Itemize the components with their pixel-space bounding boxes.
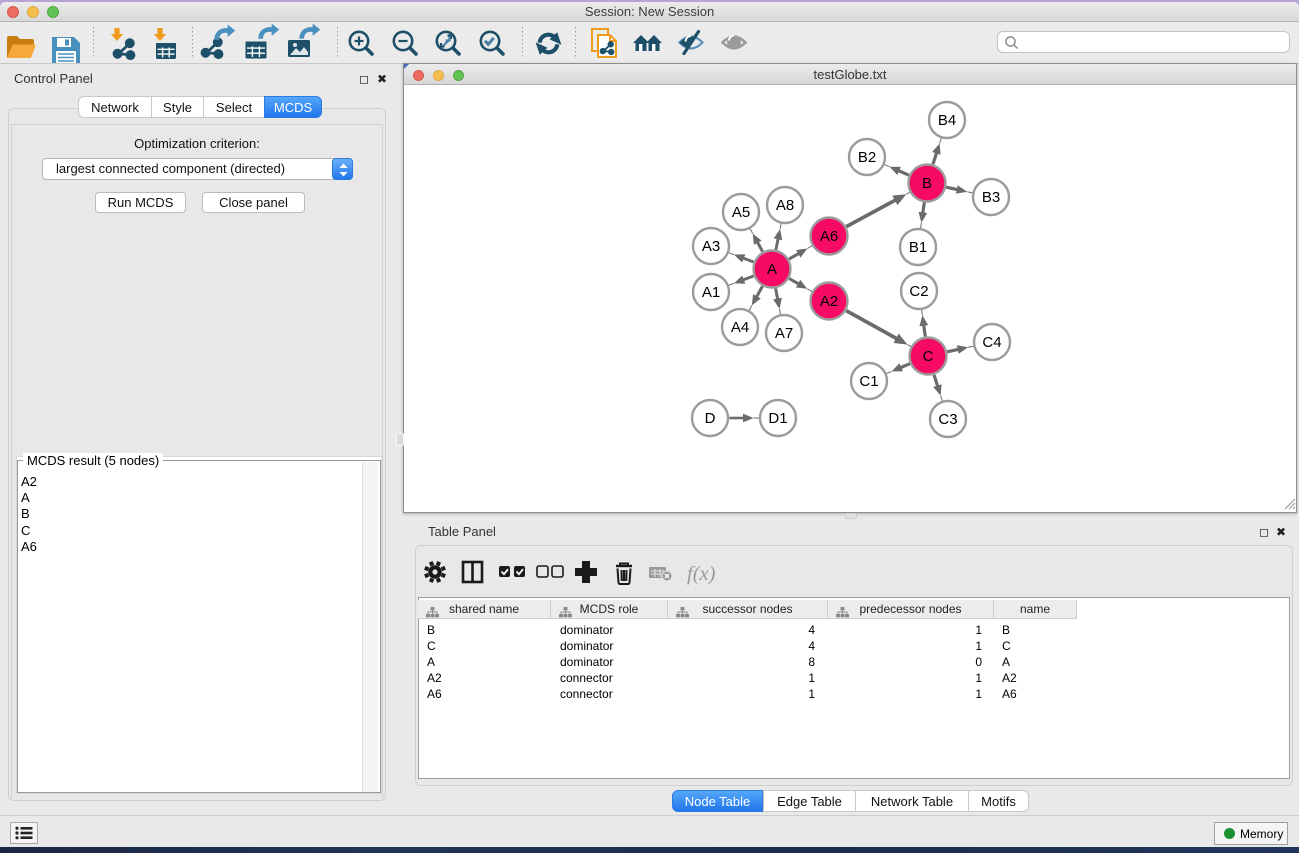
svg-text:C4: C4 — [982, 334, 1001, 351]
svg-text:A4: A4 — [731, 319, 749, 336]
svg-text:B2: B2 — [858, 149, 876, 166]
svg-text:A8: A8 — [776, 197, 794, 214]
svg-text:f(x): f(x) — [687, 563, 716, 585]
svg-text:A3: A3 — [702, 238, 720, 255]
svg-text:C2: C2 — [909, 283, 928, 300]
svg-text:B4: B4 — [938, 112, 956, 129]
svg-text:B3: B3 — [982, 189, 1000, 206]
svg-text:C3: C3 — [938, 411, 957, 428]
svg-text:A1: A1 — [702, 284, 720, 301]
svg-text:B1: B1 — [909, 239, 927, 256]
svg-text:A2: A2 — [820, 293, 838, 310]
svg-text:A7: A7 — [775, 325, 793, 342]
svg-text:A6: A6 — [820, 228, 838, 245]
svg-text:C1: C1 — [859, 373, 878, 390]
svg-text:B: B — [922, 175, 932, 192]
svg-text:A5: A5 — [732, 204, 750, 221]
svg-text:D: D — [705, 410, 716, 427]
svg-text:D1: D1 — [768, 410, 787, 427]
svg-text:C: C — [923, 348, 934, 365]
svg-text:A: A — [767, 261, 777, 278]
